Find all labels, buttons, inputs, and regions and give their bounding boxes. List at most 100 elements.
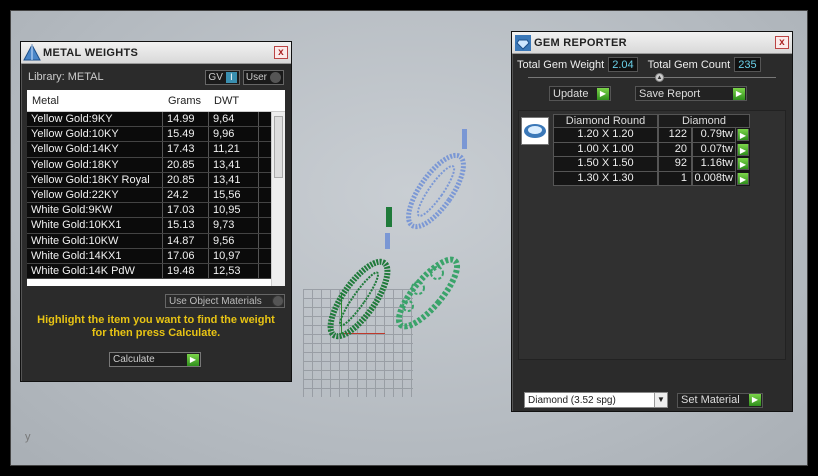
scroll-thumb[interactable] xyxy=(274,116,283,178)
select-row-button[interactable]: ▶ xyxy=(736,128,750,143)
dwt-value: 10,95 xyxy=(209,203,259,218)
dwt-value: 15,56 xyxy=(209,187,259,203)
metal-weights-titlebar[interactable]: METAL WEIGHTS x xyxy=(21,42,291,64)
metal-name: White Gold:10KW xyxy=(27,233,163,248)
metal-name: Yellow Gold:18KY xyxy=(27,157,163,172)
table-row[interactable]: White Gold:14K PdW 19.48 12,53 xyxy=(27,263,285,280)
play-arrow-icon: ▶ xyxy=(737,158,749,171)
gem-weight: 0.79tw xyxy=(692,128,736,143)
table-row[interactable]: Yellow Gold:18KY Royal 20.85 13,41 xyxy=(27,172,285,188)
metal-name: Yellow Gold:22KY xyxy=(27,187,163,203)
gv-toggle[interactable]: GV I xyxy=(205,69,240,85)
metal-name: White Gold:14KX1 xyxy=(27,248,163,263)
update-button[interactable]: Update ▶ xyxy=(549,86,611,101)
metal-name: Yellow Gold:18KY Royal xyxy=(27,172,163,187)
grams-value: 15.13 xyxy=(163,218,209,233)
gem-row[interactable]: 1.30 X 1.30 1 0.008tw ▶ xyxy=(553,171,750,187)
metal-name: Yellow Gold:14KY xyxy=(27,142,163,157)
calculate-button[interactable]: Calculate ▶ xyxy=(109,352,201,367)
gem-row[interactable]: 1.50 X 1.50 92 1.16tw ▶ xyxy=(553,157,750,172)
table-row[interactable]: Yellow Gold:18KY 20.85 13,41 xyxy=(27,157,285,173)
round-diamond-icon xyxy=(521,117,549,145)
metal-name: White Gold:9KW xyxy=(27,203,163,218)
gem-reporter-titlebar[interactable]: GEM REPORTER x xyxy=(512,32,792,54)
grams-value: 24.2 xyxy=(163,187,209,203)
select-row-button[interactable]: ▶ xyxy=(736,172,750,187)
column-header-dwt[interactable]: DWT xyxy=(209,95,259,107)
column-header-diamond-round: Diamond Round xyxy=(553,114,658,128)
play-arrow-icon: ▶ xyxy=(737,172,749,185)
grams-value: 19.48 xyxy=(163,263,209,279)
gem-list-area: Diamond Round Diamond 1.20 X 1.20 122 0.79… xyxy=(518,110,786,360)
grams-value: 15.49 xyxy=(163,127,209,142)
green-earring-model xyxy=(327,207,392,340)
collapse-icon[interactable]: ▲ xyxy=(655,73,664,82)
table-row[interactable]: White Gold:9KW 17.03 10,95 xyxy=(27,203,285,219)
metal-name: White Gold:14K PdW xyxy=(27,263,163,279)
gem-count: 92 xyxy=(658,157,692,172)
gem-weight: 0.07tw xyxy=(692,142,736,157)
total-gem-count-label: Total Gem Count xyxy=(647,58,731,71)
dwt-value: 10,97 xyxy=(209,248,259,263)
pyramid-icon xyxy=(21,42,43,64)
metal-table-scrollbar[interactable] xyxy=(271,112,285,286)
gem-reporter-panel: GEM REPORTER x Total Gem Weight 2.04 Tot… xyxy=(511,31,793,412)
total-gem-weight-value: 2.04 xyxy=(608,57,638,72)
metal-table: Metal Grams DWT Yellow Gold:9KY 14.99 9,64… xyxy=(27,90,285,286)
chevron-down-icon: ▼ xyxy=(654,393,667,407)
use-object-materials-toggle[interactable]: Use Object Materials xyxy=(165,294,285,308)
column-header-diamond: Diamond xyxy=(658,114,750,128)
play-arrow-icon: ▶ xyxy=(733,87,745,100)
gem-size: 1.20 X 1.20 xyxy=(553,128,658,143)
table-row[interactable]: Yellow Gold:10KY 15.49 9,96 xyxy=(27,127,285,143)
blue-earring-model xyxy=(385,129,467,249)
grams-value: 14.99 xyxy=(163,112,209,127)
table-row[interactable]: Yellow Gold:22KY 24.2 15,56 xyxy=(27,187,285,204)
table-row[interactable]: Yellow Gold:9KY 14.99 9,64 xyxy=(27,112,285,128)
gem-reporter-title: GEM REPORTER xyxy=(534,36,627,49)
set-material-button[interactable]: Set Material ▶ xyxy=(677,392,763,408)
save-report-button[interactable]: Save Report ▶ xyxy=(635,86,747,101)
dwt-value: 9,56 xyxy=(209,233,259,248)
radio-off-icon xyxy=(272,295,284,307)
dwt-value: 11,21 xyxy=(209,142,259,157)
gem-size: 1.00 X 1.00 xyxy=(553,142,658,157)
column-header-grams[interactable]: Grams xyxy=(163,95,209,107)
gem-table: Diamond Round Diamond 1.20 X 1.20 122 0.79… xyxy=(553,114,750,186)
gem-count: 20 xyxy=(658,142,692,157)
metal-table-header: Metal Grams DWT xyxy=(27,90,285,112)
close-icon[interactable]: x xyxy=(775,36,789,49)
instruction-text: Highlight the item you want to find the … xyxy=(37,314,275,339)
gem-size: 1.30 X 1.30 xyxy=(553,171,658,186)
material-select[interactable]: Diamond (3.52 spg) ▼ xyxy=(524,392,668,408)
gem-row[interactable]: 1.20 X 1.20 122 0.79tw ▶ xyxy=(553,128,750,143)
total-gem-count-value: 235 xyxy=(734,57,761,72)
gem-weight: 1.16tw xyxy=(692,157,736,172)
close-icon[interactable]: x xyxy=(274,46,288,59)
radio-off-icon xyxy=(270,71,281,83)
gem-row[interactable]: 1.00 X 1.00 20 0.07tw ▶ xyxy=(553,142,750,158)
play-arrow-icon: ▶ xyxy=(187,353,199,366)
library-label: Library: METAL xyxy=(28,71,104,83)
user-toggle[interactable]: User xyxy=(242,69,284,85)
dwt-value: 13,41 xyxy=(209,172,259,187)
column-header-metal[interactable]: Metal xyxy=(27,95,163,107)
play-arrow-icon: ▶ xyxy=(737,143,749,156)
gem-size: 1.50 X 1.50 xyxy=(553,157,658,172)
divider: ▲ xyxy=(528,73,776,82)
table-row[interactable]: White Gold:10KW 14.87 9,56 xyxy=(27,233,285,249)
dwt-value: 9,73 xyxy=(209,218,259,233)
select-row-button[interactable]: ▶ xyxy=(736,143,750,158)
dwt-value: 9,96 xyxy=(209,127,259,142)
play-arrow-icon: ▶ xyxy=(597,87,609,100)
table-row[interactable]: White Gold:10KX1 15.13 9,73 xyxy=(27,218,285,234)
play-arrow-icon: ▶ xyxy=(749,394,761,406)
select-row-button[interactable]: ▶ xyxy=(736,157,750,172)
table-row[interactable]: White Gold:14KX1 17.06 10,97 xyxy=(27,248,285,264)
table-row[interactable]: Yellow Gold:14KY 17.43 11,21 xyxy=(27,142,285,158)
grams-value: 20.85 xyxy=(163,172,209,187)
metal-name: White Gold:10KX1 xyxy=(27,218,163,233)
dwt-value: 13,41 xyxy=(209,157,259,172)
grams-value: 14.87 xyxy=(163,233,209,248)
metal-weights-title: METAL WEIGHTS xyxy=(43,46,139,59)
